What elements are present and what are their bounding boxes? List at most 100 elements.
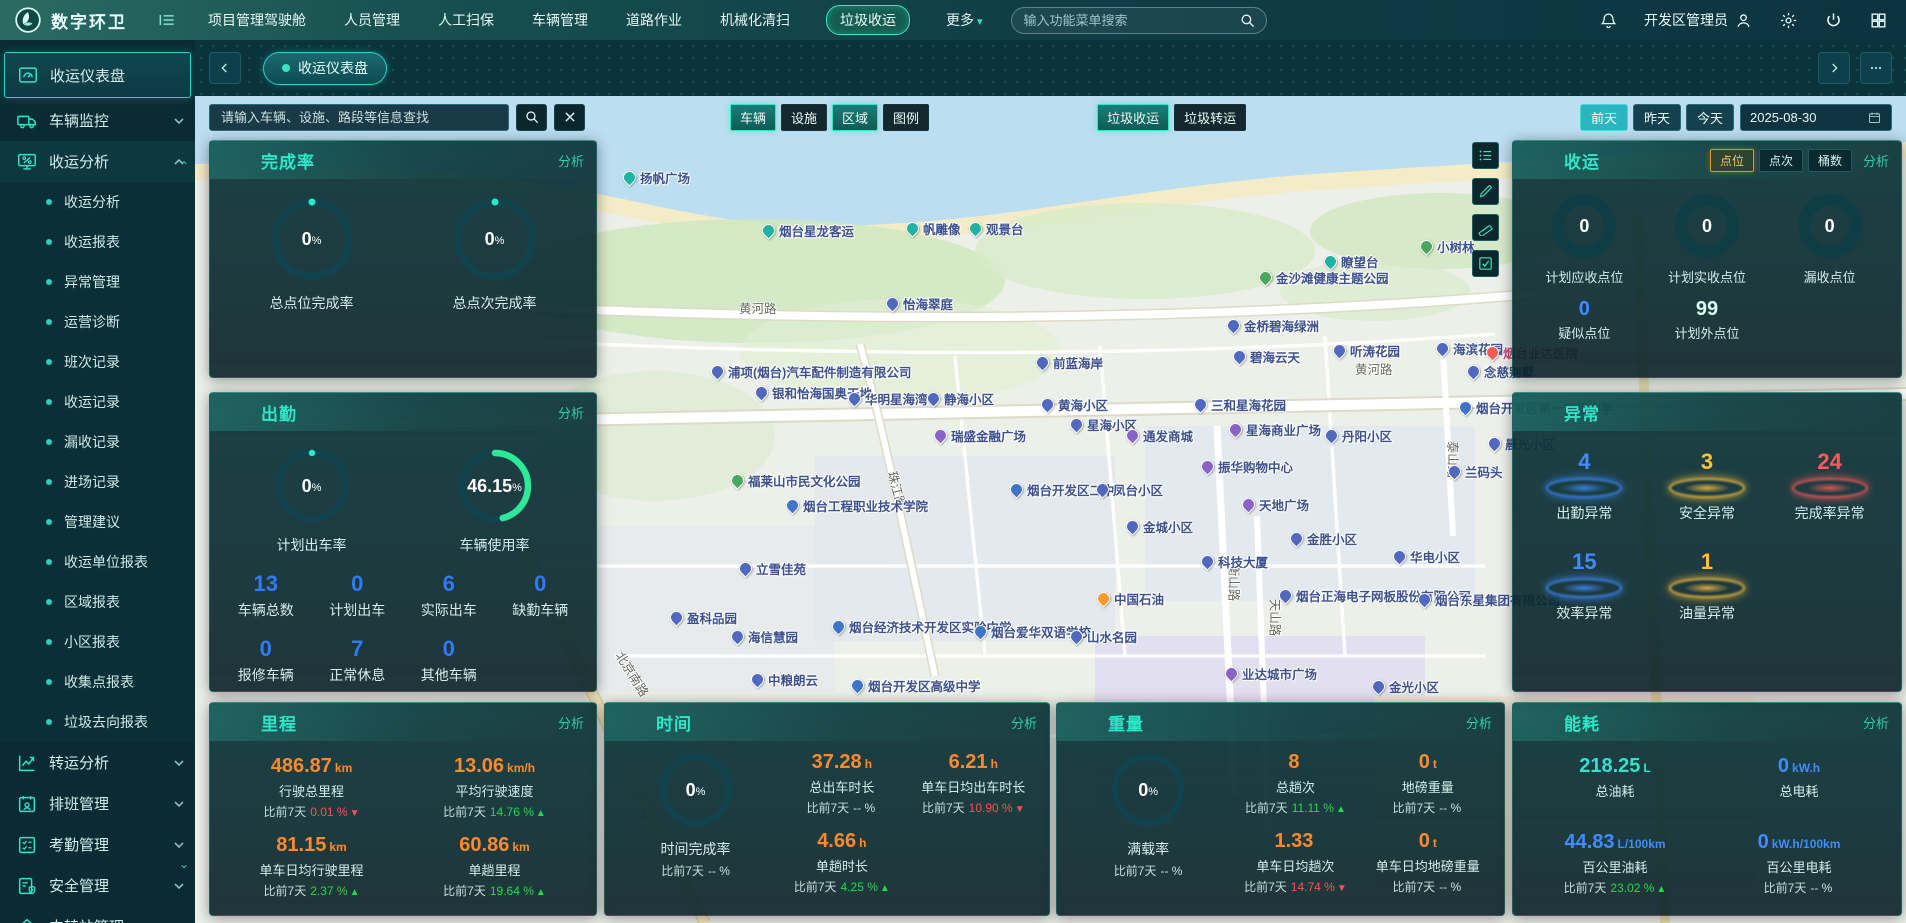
map-poi[interactable]: 黄海小区 <box>1038 395 1108 414</box>
map-poi[interactable]: 兰码头 <box>1445 462 1503 481</box>
nav-menu-item[interactable]: 项目管理驾驶舱▾ <box>206 6 308 34</box>
map-search-input[interactable] <box>219 108 499 126</box>
map-tool-button[interactable] <box>1472 178 1499 205</box>
sidebar-item[interactable]: 收运单位报表 <box>0 542 195 582</box>
collection-tab[interactable]: 点次 <box>1758 148 1803 172</box>
tab-dashboard[interactable]: 收运仪表盘 <box>263 51 387 85</box>
sidebar-item[interactable]: 排班管理 <box>0 783 195 824</box>
map-poi[interactable]: 华明星海湾 <box>845 389 928 408</box>
map-poi[interactable]: 盈科品园 <box>667 608 737 627</box>
analysis-link[interactable]: 分析 <box>1011 713 1037 732</box>
map-poi[interactable]: 华电小区 <box>1390 547 1460 566</box>
analysis-link[interactable]: 分析 <box>558 151 584 170</box>
map-poi[interactable]: 山水名园 <box>1067 627 1137 646</box>
analysis-link[interactable]: 分析 <box>558 403 584 422</box>
map-poi[interactable]: 烟台工程职业技术学院 <box>783 496 928 515</box>
collection-tab[interactable]: 桶数 <box>1807 148 1852 172</box>
sidebar-item[interactable]: 转运分析 <box>0 742 195 783</box>
sidebar-item[interactable]: 收运分析 <box>0 141 195 182</box>
map-poi[interactable]: 帆雕像 <box>903 219 961 238</box>
sidebar-item[interactable]: 管理建议 <box>0 502 195 542</box>
sidebar-item[interactable]: 进场记录 <box>0 462 195 502</box>
layer-toggle[interactable]: 车辆 <box>730 103 777 131</box>
map-tool-button[interactable] <box>1472 250 1499 277</box>
map-search-clear-button[interactable] <box>554 103 585 131</box>
map-poi[interactable]: 烟台开发区高级中学 <box>848 676 981 695</box>
tabs-scroll-left-button[interactable] <box>209 52 241 84</box>
map-poi[interactable]: 烟台星龙客运 <box>759 221 854 240</box>
sidebar-item[interactable]: 收运仪表盘 <box>4 52 191 98</box>
map-poi[interactable]: 丹阳小区 <box>1322 426 1392 445</box>
sidebar-item[interactable]: 收运分析 <box>0 182 195 222</box>
apps-button[interactable] <box>1869 11 1888 30</box>
date-quick-button[interactable]: 昨天 <box>1633 103 1681 131</box>
map-poi[interactable]: 浦项(烟台)汽车配件制造有限公司 <box>708 362 911 381</box>
map-tool-button[interactable] <box>1472 214 1499 241</box>
submenu-scroll-down-icon[interactable]: ⌄ <box>179 858 189 870</box>
map-poi[interactable]: 扬帆广场 <box>620 168 690 187</box>
search-icon[interactable] <box>1239 12 1256 29</box>
sidebar-item[interactable]: 区域报表 <box>0 582 195 622</box>
map-poi[interactable]: 振华购物中心 <box>1198 457 1293 476</box>
nav-menu-item[interactable]: 人工扫保▾ <box>436 6 496 34</box>
date-quick-button[interactable]: 今天 <box>1686 103 1734 131</box>
tabs-scroll-right-button[interactable] <box>1818 52 1850 84</box>
function-search-input[interactable] <box>1021 11 1239 29</box>
sidebar-item[interactable]: 收运记录 <box>0 382 195 422</box>
map-poi[interactable]: 中粮朗云 <box>748 670 818 689</box>
map-poi[interactable]: 静海小区 <box>924 389 994 408</box>
map-poi[interactable]: 星海商业广场 <box>1226 420 1321 439</box>
sidebar-item[interactable]: 中转站管理 <box>0 906 195 923</box>
analysis-link[interactable]: 分析 <box>558 713 584 732</box>
analysis-link[interactable]: 分析 <box>1863 713 1889 732</box>
map-poi[interactable]: 听涛花园 <box>1330 341 1400 360</box>
map-poi[interactable]: 凤台小区 <box>1093 480 1163 499</box>
nav-menu-item[interactable]: 机械化清扫▾ <box>718 6 792 34</box>
sidebar-item[interactable]: 异常管理 <box>0 262 195 302</box>
map-poi[interactable]: 前蓝海岸 <box>1033 353 1103 372</box>
nav-menu-item[interactable]: 更多 ▾ <box>944 6 985 34</box>
nav-menu-item[interactable]: 人员管理▾ <box>342 6 402 34</box>
sidebar-item[interactable]: 班次记录 <box>0 342 195 382</box>
map-search-button[interactable] <box>516 103 547 131</box>
settings-button[interactable] <box>1779 11 1798 30</box>
mode-toggle[interactable]: 垃圾收运 <box>1097 103 1170 131</box>
map-poi[interactable]: 观景台 <box>966 219 1024 238</box>
sidebar-item[interactable]: 车辆监控 <box>0 100 195 141</box>
map-poi[interactable]: 三和星海花园 <box>1191 395 1286 414</box>
nav-menu-item[interactable]: 道路作业▾ <box>624 6 684 34</box>
nav-collapse-button[interactable] <box>150 0 184 40</box>
map-poi[interactable]: 金城小区 <box>1123 517 1193 536</box>
analysis-link[interactable]: 分析 <box>1466 713 1492 732</box>
map-poi[interactable]: 碧海云天 <box>1230 347 1300 366</box>
user-account[interactable]: 开发区管理员 <box>1644 10 1753 30</box>
map-poi[interactable]: 立雪佳苑 <box>736 559 806 578</box>
date-picker[interactable]: 2025-08-30 <box>1740 103 1892 131</box>
nav-menu-item[interactable]: 车辆管理▾ <box>530 6 590 34</box>
nav-menu-item[interactable]: 垃圾收运▾ <box>826 5 910 35</box>
date-quick-button[interactable]: 前天 <box>1580 103 1628 131</box>
sidebar-item[interactable]: 收运报表 <box>0 222 195 262</box>
notifications-button[interactable] <box>1599 11 1618 30</box>
logout-button[interactable] <box>1824 11 1843 30</box>
map-poi[interactable]: 福莱山市民文化公园 <box>728 471 861 490</box>
tabs-more-button[interactable] <box>1860 52 1892 84</box>
map-poi[interactable]: 天地广场 <box>1239 495 1309 514</box>
map[interactable]: 扬帆广场 烟台星龙客运 帆雕像 观景台 金沙滩健康主题公园 瞭望台 小树林 怡海… <box>195 96 1906 923</box>
map-poi[interactable]: 怡海翠庭 <box>883 294 953 313</box>
map-poi[interactable]: 金胜小区 <box>1287 529 1357 548</box>
map-poi[interactable]: 海信慧园 <box>728 627 798 646</box>
map-search[interactable] <box>209 103 509 131</box>
sidebar-item[interactable]: 考勤管理 <box>0 824 195 865</box>
map-poi[interactable]: 瑞盛金融广场 <box>931 426 1026 445</box>
sidebar-item[interactable]: 漏收记录 <box>0 422 195 462</box>
map-tool-button[interactable] <box>1472 142 1499 169</box>
analysis-link[interactable]: 分析 <box>1863 151 1889 170</box>
map-poi[interactable]: 小树林 <box>1417 237 1475 256</box>
collection-tab[interactable]: 点位 <box>1709 148 1754 172</box>
map-poi[interactable]: 科技大厦 <box>1198 552 1268 571</box>
sidebar-item[interactable]: 收集点报表 <box>0 662 195 702</box>
map-poi[interactable]: 中国石油 <box>1094 589 1164 608</box>
map-poi[interactable]: 瞭望台 <box>1321 252 1379 271</box>
function-search[interactable] <box>1010 6 1267 34</box>
